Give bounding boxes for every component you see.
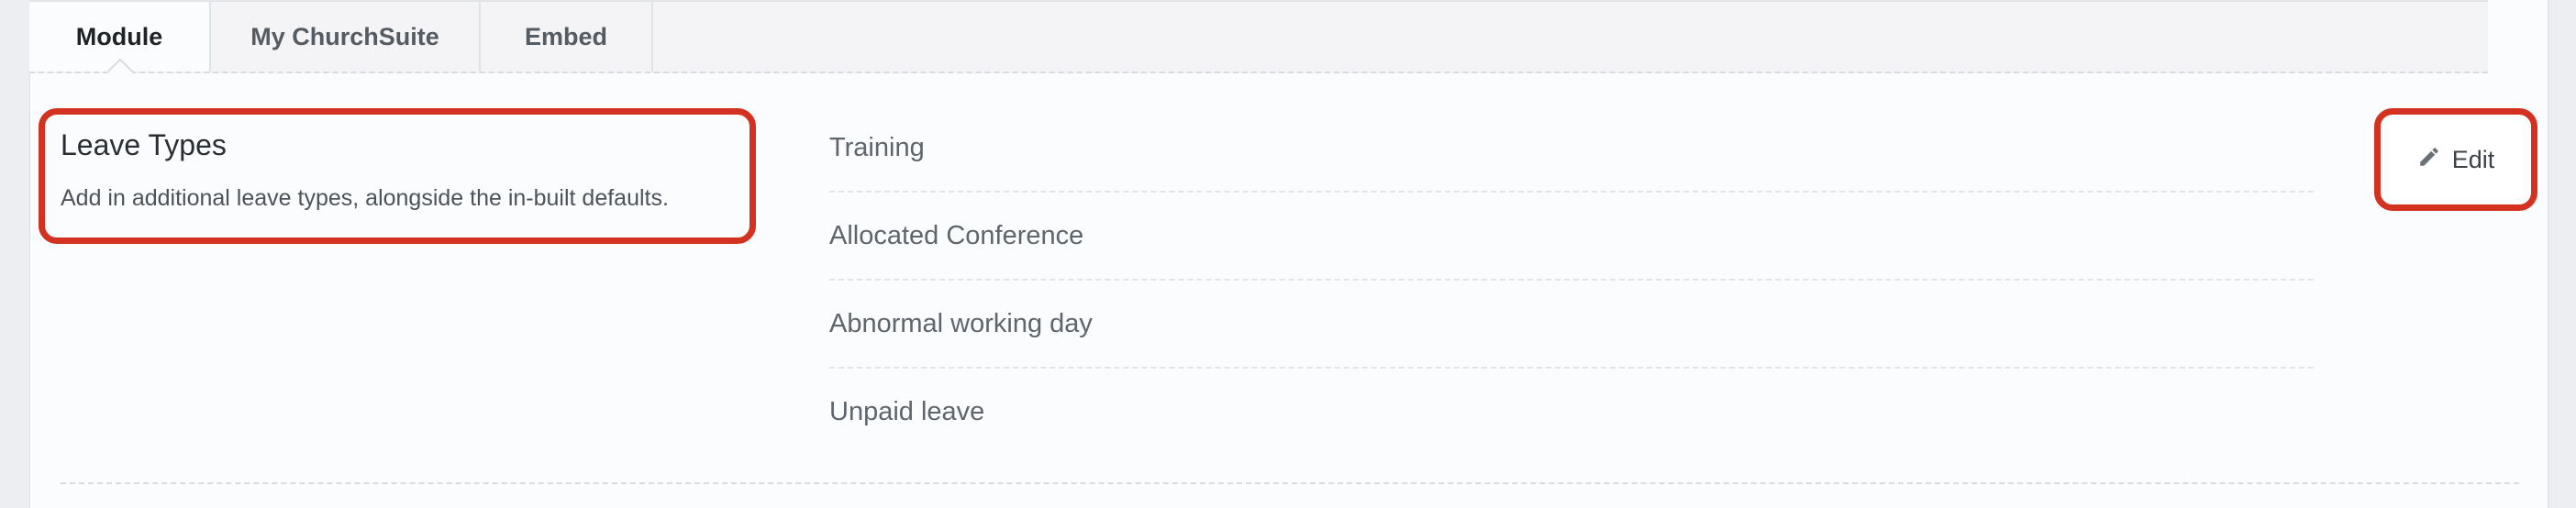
section-title: Leave Types xyxy=(61,128,227,161)
tab-module-label: Module xyxy=(75,22,163,50)
list-item: Allocated Conference xyxy=(829,193,2314,281)
tab-bar: Module My ChurchSuite Embed xyxy=(29,0,2488,73)
tab-module[interactable]: Module xyxy=(29,2,211,72)
tab-my-churchsuite[interactable]: My ChurchSuite xyxy=(211,2,481,72)
edit-button[interactable]: Edit xyxy=(2389,119,2523,200)
list-item: Unpaid leave xyxy=(829,396,985,426)
tab-my-churchsuite-label: My ChurchSuite xyxy=(250,22,439,50)
tab-embed[interactable]: Embed xyxy=(481,2,653,72)
edit-button-label: Edit xyxy=(2451,145,2495,173)
section-divider xyxy=(61,482,2519,484)
list-item: Training xyxy=(829,105,2314,193)
section-description: Add in additional leave types, alongside… xyxy=(61,185,669,211)
pencil-icon xyxy=(2417,145,2441,175)
list-item: Abnormal working day xyxy=(829,281,2314,369)
tab-embed-label: Embed xyxy=(524,22,608,50)
leave-types-list: Training Allocated Conference Abnormal w… xyxy=(829,105,2314,455)
